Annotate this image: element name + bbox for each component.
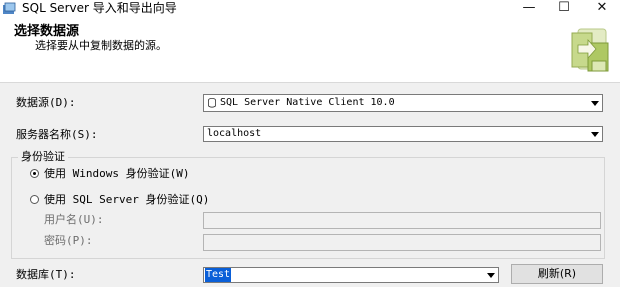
window-title: SQL Server 导入和导出向导 bbox=[22, 1, 177, 15]
windows-auth-radio[interactable] bbox=[30, 169, 39, 178]
page-title: 选择数据源 bbox=[14, 24, 80, 39]
chevron-down-icon bbox=[487, 272, 495, 278]
server-name-combo[interactable]: localhost bbox=[203, 126, 603, 142]
authentication-group-legend: 身份验证 bbox=[18, 150, 68, 164]
chevron-down-icon bbox=[591, 100, 599, 106]
wizard-header: 选择数据源 选择要从中复制数据的源。 bbox=[0, 18, 620, 83]
database-dropdown-arrow[interactable] bbox=[484, 268, 498, 282]
maximize-button[interactable]: ☐ bbox=[546, 0, 582, 18]
close-button[interactable]: ✕ bbox=[584, 0, 620, 18]
wizard-data-icon bbox=[562, 21, 614, 79]
server-name-value: localhost bbox=[207, 128, 262, 139]
minimize-button[interactable]: — bbox=[511, 0, 547, 18]
data-source-label: 数据源(D): bbox=[16, 96, 76, 109]
chevron-down-icon bbox=[591, 131, 599, 137]
sql-auth-radio[interactable] bbox=[30, 195, 39, 204]
sql-auth-label[interactable]: 使用 SQL Server 身份验证(Q) bbox=[44, 193, 209, 207]
database-combo[interactable]: Test bbox=[203, 267, 499, 283]
database-value[interactable]: Test bbox=[205, 268, 232, 282]
data-source-select[interactable]: SQL Server Native Client 10.0 bbox=[203, 94, 603, 112]
title-bar: SQL Server 导入和导出向导 — ☐ ✕ bbox=[0, 0, 620, 18]
database-icon bbox=[208, 98, 216, 108]
password-label: 密码(P): bbox=[44, 234, 93, 247]
refresh-button[interactable]: 刷新(R) bbox=[511, 264, 603, 284]
server-name-dropdown-arrow[interactable] bbox=[588, 127, 602, 141]
password-input[interactable] bbox=[203, 234, 601, 251]
data-source-dropdown-arrow[interactable] bbox=[588, 96, 602, 110]
database-label: 数据库(T): bbox=[16, 268, 76, 281]
page-subtitle: 选择要从中复制数据的源。 bbox=[35, 39, 167, 52]
server-name-label: 服务器名称(S): bbox=[16, 128, 98, 141]
data-source-value: SQL Server Native Client 10.0 bbox=[220, 97, 395, 108]
username-label: 用户名(U): bbox=[44, 213, 104, 226]
app-icon bbox=[3, 2, 16, 14]
username-input[interactable] bbox=[203, 212, 601, 229]
windows-auth-label[interactable]: 使用 Windows 身份验证(W) bbox=[44, 167, 189, 181]
